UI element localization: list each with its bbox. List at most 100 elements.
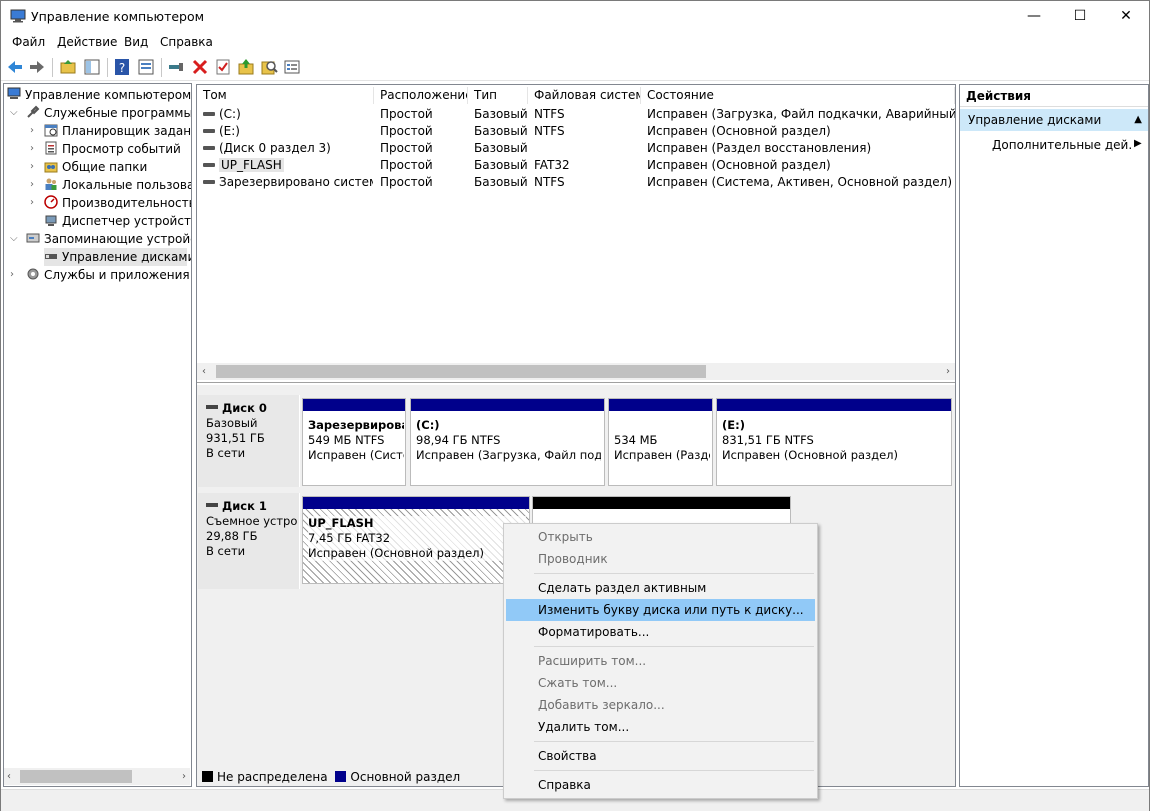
tree-root[interactable]: Управление компьютером (л [7,86,191,104]
menu-action[interactable]: Действие [57,35,117,49]
tree-item-disk-management[interactable]: Управление дисками [44,248,191,266]
help-icon[interactable]: ? [113,58,131,76]
minimize-button[interactable]: — [1011,1,1057,32]
maximize-button[interactable]: ☐ [1057,1,1103,32]
collapse-up-icon[interactable]: ▲ [1134,109,1142,131]
disk1-partition-up-flash[interactable]: UP_FLASH 7,45 ГБ FAT32 Исправен (Основной … [302,496,530,584]
table-row[interactable]: (E:) Простой Базовый NTFS Исправен (Осно… [197,123,955,140]
back-arrow-icon[interactable] [6,58,24,76]
menu-item-format[interactable]: Форматировать... [506,621,815,643]
list-icon[interactable] [283,58,301,76]
menu-item-delete-volume[interactable]: Удалить том... [506,716,815,738]
chevron-right-icon[interactable]: › [30,194,34,212]
connect-icon[interactable] [167,58,185,76]
actions-more[interactable]: Дополнительные дей... [992,138,1132,152]
disk-icon [206,503,218,507]
volume-icon [203,112,215,116]
chevron-right-icon[interactable]: › [30,176,34,194]
volume-icon [203,163,215,167]
tree-item-task-scheduler[interactable]: Планировщик заданий [44,122,191,140]
tree-horizontal-scrollbar[interactable]: ‹ › [4,768,190,785]
disk-1-label[interactable]: Диск 1 Съемное устро 29,88 ГБ В сети [198,493,300,589]
forward-arrow-icon[interactable] [28,58,46,76]
disk0-partition-reserved[interactable]: Зарезервирова 549 МБ NTFS Исправен (Систе [302,398,406,486]
scroll-left-icon[interactable]: ‹ [7,768,11,785]
tree-item-services-apps[interactable]: Службы и приложения [26,266,190,284]
table-row[interactable]: Зарезервировано системой Простой Базовый… [197,174,955,191]
show-hide-tree-icon[interactable] [83,58,101,76]
scroll-left-icon[interactable]: ‹ [202,363,206,380]
tree-item-device-manager[interactable]: Диспетчер устройств [44,212,191,230]
tree-item-storage[interactable]: Запоминающие устройст [26,230,191,248]
services-icon [27,268,39,280]
chevron-right-icon[interactable]: › [10,266,14,284]
menu-item-extend[interactable]: Расширить том... [506,650,815,672]
menu-item-properties[interactable]: Свойства [506,745,815,767]
chevron-right-icon[interactable]: › [30,158,34,176]
menu-item-add-mirror[interactable]: Добавить зеркало... [506,694,815,716]
disk0-partition-recovery[interactable]: 534 МБ Исправен (Разде [608,398,713,486]
tree-item-event-viewer[interactable]: Просмотр событий [44,140,181,158]
table-row[interactable]: (C:) Простой Базовый NTFS Исправен (Загр… [197,106,955,123]
disk0-partition-c[interactable]: (C:) 98,94 ГБ NTFS Исправен (Загрузка, Фай… [410,398,605,486]
check-icon[interactable] [214,58,232,76]
menu-item-shrink[interactable]: Сжать том... [506,672,815,694]
menu-item-mark-active[interactable]: Сделать раздел активным [506,577,815,599]
menu-item-change-drive-letter[interactable]: Изменить букву диска или путь к диску... [506,599,815,621]
legend-swatch-unallocated [202,771,213,782]
scroll-thumb[interactable] [216,365,706,378]
window-title: Управление компьютером [31,9,205,24]
table-row[interactable]: UP_FLASH Простой Базовый FAT32 Исправен … [197,157,955,174]
chevron-right-icon[interactable]: › [30,122,34,140]
menu-item-help[interactable]: Справка [506,774,815,796]
tree-item-local-users[interactable]: Локальные пользовате [44,176,191,194]
menu-view[interactable]: Вид [124,35,148,49]
volume-list: Том Расположение Тип Файловая система Со… [197,85,955,383]
users-icon [45,178,57,190]
tree-item-system-tools[interactable]: Служебные программы [26,104,191,122]
disk-management-icon [45,254,57,259]
actions-section-disk-management[interactable]: Управление дисками ▲ [960,109,1148,131]
search-icon[interactable] [260,58,278,76]
scroll-thumb[interactable] [20,770,132,783]
menu-help[interactable]: Справка [160,35,213,49]
column-header-volume[interactable]: Том [197,87,374,104]
chevron-down-icon[interactable]: ⌵ [10,104,18,122]
chevron-down-icon[interactable]: ⌵ [10,230,18,248]
disk-icon [206,405,218,409]
actions-header: Действия [960,85,1148,107]
scroll-right-icon[interactable]: › [182,768,186,785]
table-row[interactable]: (Диск 0 раздел 3) Простой Базовый Исправ… [197,140,955,157]
submenu-arrow-icon[interactable]: ▶ [1134,138,1142,149]
disk0-partition-e[interactable]: (E:) 831,51 ГБ NTFS Исправен (Основной раз… [716,398,952,486]
volume-icon [203,180,215,184]
delete-icon[interactable] [191,58,209,76]
close-button[interactable]: ✕ [1103,1,1149,32]
column-header-filesystem[interactable]: Файловая система [528,87,641,104]
menu-item-open[interactable]: Открыть [506,526,815,548]
up-folder-icon[interactable] [59,58,77,76]
export-icon[interactable] [237,58,255,76]
disk-0-label[interactable]: Диск 0 Базовый 931,51 ГБ В сети [198,395,300,487]
tree-item-performance[interactable]: Производительность [44,194,191,212]
properties-view-icon[interactable] [137,58,155,76]
menu-item-explorer[interactable]: Проводник [506,548,815,570]
volume-list-horizontal-scrollbar[interactable]: ‹ › [197,363,955,380]
scroll-right-icon[interactable]: › [946,363,950,380]
shared-folder-icon [44,162,58,173]
column-header-status[interactable]: Состояние [641,87,955,104]
storage-icon [26,233,40,243]
column-header-layout[interactable]: Расположение [374,87,468,104]
menu-file[interactable]: Файл [12,35,45,49]
volume-icon [203,129,215,133]
tree-item-shared-folders[interactable]: Общие папки [44,158,147,176]
menu-bar: Файл Действие Вид Справка [1,32,1149,53]
title-bar: Управление компьютером — ☐ ✕ [1,1,1149,32]
computer-management-icon [10,9,26,23]
chevron-right-icon[interactable]: › [30,140,34,158]
performance-icon [44,195,58,209]
context-menu: Открыть Проводник Сделать раздел активны… [503,523,818,799]
tools-icon [27,105,40,118]
column-header-type[interactable]: Тип [468,87,528,104]
actions-pane: Действия Управление дисками ▲ Дополнител… [959,84,1149,787]
